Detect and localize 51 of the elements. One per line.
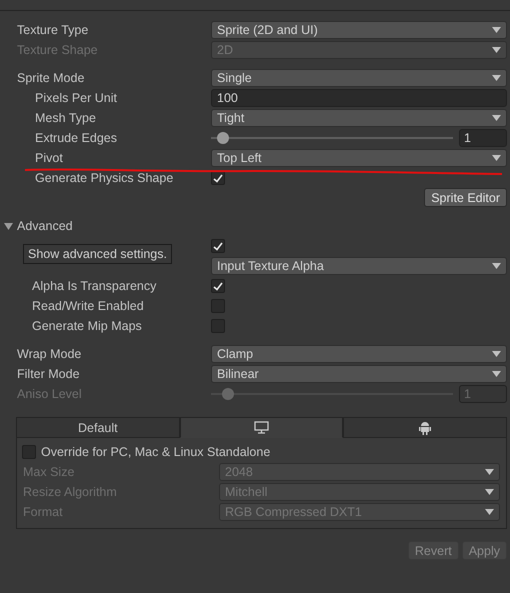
- property-label: Pivot: [35, 151, 63, 165]
- checkbox[interactable]: [211, 279, 225, 293]
- property-label: Read/Write Enabled: [32, 299, 144, 313]
- dropdown[interactable]: Clamp: [211, 345, 507, 363]
- property-label: Generate Physics Shape: [35, 171, 174, 185]
- property-label: Filter Mode: [17, 367, 80, 381]
- checkbox-label: Override for PC, Mac & Linux Standalone: [41, 445, 270, 459]
- dropdown-arrow-icon: [485, 469, 494, 475]
- checkbox[interactable]: [211, 239, 225, 253]
- monitor-icon: [254, 421, 269, 434]
- checkbox[interactable]: [22, 445, 36, 459]
- slider[interactable]: [211, 131, 453, 145]
- property-label: Alpha Is Transparency: [32, 279, 156, 293]
- checkmark-icon: [213, 282, 223, 290]
- foldout-label[interactable]: Advanced: [17, 219, 73, 233]
- foldout-arrow-icon[interactable]: [4, 222, 13, 230]
- property-label: Mesh Type: [35, 111, 96, 125]
- dropdown[interactable]: Single: [211, 69, 507, 87]
- platform-tab[interactable]: Default: [16, 417, 180, 438]
- property-label: Pixels Per Unit: [35, 91, 117, 105]
- dropdown[interactable]: Tight: [211, 109, 507, 127]
- platform-tab[interactable]: [343, 417, 508, 438]
- tooltip: Show advanced settings.: [23, 244, 172, 264]
- android-icon: [419, 420, 432, 434]
- text-field[interactable]: 100: [211, 89, 507, 107]
- dropdown-arrow-icon: [492, 75, 501, 81]
- dropdown[interactable]: Bilinear: [211, 365, 507, 383]
- checkmark-icon: [213, 242, 223, 250]
- property-label: Wrap Mode: [17, 347, 82, 361]
- property-label: Sprite Mode: [17, 71, 84, 85]
- dropdown-arrow-icon: [492, 155, 501, 161]
- sprite-editor-button[interactable]: Sprite Editor: [424, 188, 507, 207]
- property-label: Generate Mip Maps: [32, 319, 142, 333]
- dropdown[interactable]: Top Left: [211, 149, 507, 167]
- dropdown[interactable]: Input Texture Alpha: [211, 257, 507, 275]
- checkbox[interactable]: [211, 171, 225, 185]
- dropdown-arrow-icon: [492, 47, 501, 53]
- checkbox[interactable]: [211, 299, 225, 313]
- checkbox[interactable]: [211, 319, 225, 333]
- dropdown-arrow-icon: [492, 351, 501, 357]
- property-label: Extrude Edges: [35, 131, 117, 145]
- dropdown-arrow-icon: [492, 115, 501, 121]
- property-label: Texture Type: [17, 23, 88, 37]
- dropdown-arrow-icon: [492, 27, 501, 33]
- dropdown-arrow-icon: [492, 263, 501, 269]
- dropdown[interactable]: Sprite (2D and UI): [211, 21, 507, 39]
- dropdown-arrow-icon: [485, 489, 494, 495]
- checkmark-icon: [213, 174, 223, 182]
- number-field[interactable]: 1: [459, 129, 507, 147]
- dropdown-arrow-icon: [492, 371, 501, 377]
- dropdown-arrow-icon: [485, 509, 494, 515]
